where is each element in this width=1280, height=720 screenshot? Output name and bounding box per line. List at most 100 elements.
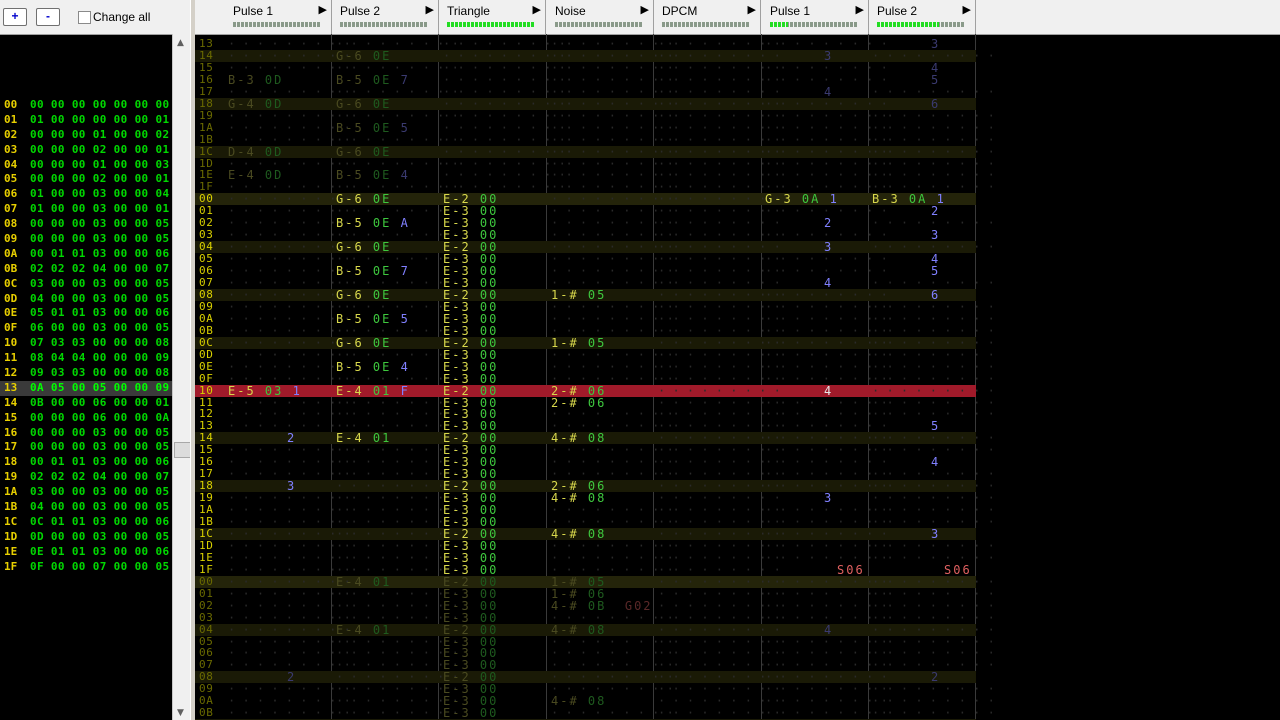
remove-frame-button[interactable]: - bbox=[36, 8, 60, 26]
frame-row[interactable]: 15 00 00 00 06 00 00 0A 0A bbox=[0, 411, 190, 426]
expand-effects-arrow-icon[interactable]: ▶ bbox=[748, 3, 756, 16]
pattern-row[interactable]: 0F · · · · · · · · · · · · · · · · · · E-3 … bbox=[195, 372, 995, 385]
pattern-cell[interactable]: · · · · · · · · · bbox=[228, 420, 351, 432]
pattern-editor[interactable]: Pulse 1 ▶ Pulse 2 ▶ Triangle ▶ Noise ▶ DPCM ▶ Puls… bbox=[195, 0, 1280, 720]
pattern-cell[interactable]: · · · · · · · · · bbox=[872, 408, 995, 420]
frame-row[interactable]: 05 00 00 00 02 00 00 01 01 bbox=[0, 172, 190, 187]
frame-list: 00 00 00 00 00 00 00 00 00 01 01 00 00 00 0… bbox=[0, 98, 190, 575]
pattern-cell[interactable]: · · · · · · · · · bbox=[765, 373, 888, 385]
pattern-cell[interactable]: B-3 0A 1 bbox=[872, 193, 978, 205]
frame-row[interactable]: 0F 06 00 00 03 00 00 05 05 bbox=[0, 321, 190, 336]
frame-row[interactable]: 09 00 00 00 03 00 00 05 05 bbox=[0, 232, 190, 247]
frame-number: 17 bbox=[4, 440, 18, 454]
frame-row[interactable]: 08 00 00 00 03 00 00 05 05 bbox=[0, 217, 190, 232]
frame-row[interactable]: 00 00 00 00 00 00 00 00 00 bbox=[0, 98, 190, 113]
frame-row[interactable]: 1C 0C 01 01 03 00 00 06 06 bbox=[0, 515, 190, 530]
frame-scrollbar[interactable]: ▲ ▼ bbox=[172, 34, 191, 720]
pattern-cell[interactable]: · · · · · · · · · bbox=[872, 516, 995, 528]
expand-effects-arrow-icon[interactable]: ▶ bbox=[533, 3, 541, 16]
channel-header-2[interactable]: Pulse 2 ▶ bbox=[332, 0, 439, 34]
frame-row[interactable]: 19 02 02 02 04 00 00 07 07 bbox=[0, 470, 190, 485]
pattern-cell[interactable]: · · · · · · · · · bbox=[765, 265, 888, 277]
pattern-cell[interactable]: · · · · · · · · · bbox=[872, 277, 995, 289]
pattern-cell[interactable]: · · · · · · · · · bbox=[765, 38, 888, 50]
frame-row[interactable]: 0A 00 01 01 03 00 00 06 06 bbox=[0, 247, 190, 262]
change-all-checkbox[interactable] bbox=[78, 11, 91, 24]
pattern-cell[interactable]: · · · · · · · · · bbox=[765, 612, 888, 624]
frame-number: 14 bbox=[4, 395, 18, 409]
volume-meter-level bbox=[770, 22, 788, 27]
channel-header-5[interactable]: DPCM ▶ bbox=[654, 0, 761, 34]
frame-row[interactable]: 1D 0D 00 00 03 00 00 05 05 bbox=[0, 530, 190, 545]
pattern-cell[interactable]: 4 bbox=[931, 62, 1037, 74]
frame-channel-patterns: 00 01 01 03 00 00 06 06 bbox=[30, 246, 191, 260]
frame-row[interactable]: 1F 0F 00 00 07 00 00 05 05 bbox=[0, 560, 190, 575]
pattern-cell[interactable]: · · · · · · · · · bbox=[228, 659, 351, 671]
frame-row[interactable]: 0B 02 02 02 04 00 00 07 07 bbox=[0, 262, 190, 277]
frame-row[interactable]: 07 01 00 00 03 00 00 01 01 bbox=[0, 202, 190, 217]
frame-number: 0C bbox=[4, 276, 18, 290]
frame-channel-patterns: 00 00 00 02 00 00 01 01 bbox=[30, 142, 191, 156]
frame-row[interactable]: 13 0A 05 00 05 00 00 09 09 bbox=[0, 380, 190, 396]
frame-row[interactable]: 1E 0E 01 01 03 00 00 06 06 bbox=[0, 545, 190, 560]
expand-effects-arrow-icon[interactable]: ▶ bbox=[856, 3, 864, 16]
pattern-rows[interactable]: 13 · · · · · · · · · · · · · · · · · · · · … bbox=[195, 34, 1280, 720]
frame-channel-patterns: 00 00 00 06 00 00 0A 0A bbox=[30, 410, 191, 424]
pattern-cell[interactable]: · · · · · · · · · bbox=[765, 229, 888, 241]
channel-header-7[interactable]: Pulse 2 ▶ bbox=[869, 0, 976, 34]
frame-row[interactable]: 17 00 00 00 03 00 00 05 05 bbox=[0, 440, 190, 455]
pattern-cell[interactable]: · · · · · · · · · bbox=[765, 74, 888, 86]
channel-header-6[interactable]: Pulse 1 ▶ bbox=[762, 0, 869, 34]
change-all-label: Change all bbox=[93, 10, 151, 24]
pattern-cell[interactable]: · · · · · · · · · bbox=[872, 217, 995, 229]
frame-channel-patterns: 0D 00 00 03 00 00 05 05 bbox=[30, 529, 191, 543]
frame-channel-patterns: 01 00 00 03 00 00 04 04 bbox=[30, 187, 191, 201]
pattern-cell[interactable]: · · · · · · · · · bbox=[872, 659, 995, 671]
pattern-cell[interactable]: · · · · · · · · · bbox=[872, 444, 995, 456]
frame-toolbar: + - Change all bbox=[0, 0, 192, 35]
frame-row[interactable]: 0E 05 01 01 03 00 00 06 06 bbox=[0, 306, 190, 321]
expand-effects-arrow-icon[interactable]: ▶ bbox=[319, 3, 327, 16]
volume-meter-level bbox=[447, 22, 535, 27]
frame-row[interactable]: 03 00 00 00 02 00 00 01 01 bbox=[0, 143, 190, 158]
channel-header: Pulse 1 ▶ Pulse 2 ▶ Triangle ▶ Noise ▶ DPCM ▶ Puls… bbox=[195, 0, 1280, 35]
frame-row[interactable]: 02 00 00 00 01 00 00 02 02 bbox=[0, 128, 190, 143]
frame-row[interactable]: 0D 04 00 00 03 00 00 05 05 bbox=[0, 292, 190, 307]
frame-row[interactable]: 1B 04 00 00 03 00 00 05 05 bbox=[0, 500, 190, 515]
pattern-cell[interactable]: · · · · · · · · · bbox=[872, 241, 995, 253]
channel-header-1[interactable]: Pulse 1 ▶ bbox=[225, 0, 332, 34]
scrollbar-thumb[interactable] bbox=[174, 442, 191, 458]
scroll-down-arrow-icon[interactable]: ▼ bbox=[177, 708, 184, 718]
frame-row[interactable]: 1A 03 00 00 03 00 00 05 05 bbox=[0, 485, 190, 500]
frame-row[interactable]: 0C 03 00 00 03 00 00 05 05 bbox=[0, 276, 190, 292]
frame-row[interactable]: 16 00 00 00 03 00 00 05 05 bbox=[0, 426, 190, 441]
row-number: 1C bbox=[199, 144, 214, 158]
frame-number: 1A bbox=[4, 485, 18, 499]
channel-header-4[interactable]: Noise ▶ bbox=[547, 0, 654, 34]
frame-row[interactable]: 11 08 04 04 00 00 00 09 09 bbox=[0, 351, 190, 366]
row-number: 04 bbox=[199, 622, 214, 636]
add-frame-button[interactable]: + bbox=[3, 8, 27, 26]
frame-row[interactable]: 01 01 00 00 00 00 00 01 01 bbox=[0, 113, 190, 128]
frame-channel-patterns: 08 04 04 00 00 00 09 09 bbox=[30, 351, 191, 365]
pattern-cell[interactable]: · · · · · · · · · bbox=[872, 707, 995, 719]
pattern-cell[interactable]: · · · · · · · · · bbox=[872, 50, 995, 62]
pattern-cell[interactable]: 4 bbox=[931, 253, 1037, 265]
expand-effects-arrow-icon[interactable]: ▶ bbox=[963, 3, 971, 16]
pattern-cell[interactable]: · · · · · · · · · bbox=[765, 480, 888, 492]
pattern-cell[interactable]: · · · · · · · · · bbox=[872, 86, 995, 98]
row-number: 0E bbox=[199, 359, 214, 373]
channel-header-3[interactable]: Triangle ▶ bbox=[439, 0, 546, 34]
pattern-cell[interactable]: · · · · · · · · · bbox=[228, 468, 351, 480]
frame-row[interactable]: 18 00 01 01 03 00 00 06 06 bbox=[0, 455, 190, 470]
expand-effects-arrow-icon[interactable]: ▶ bbox=[426, 3, 434, 16]
frame-row[interactable]: 04 00 00 00 01 00 00 03 03 bbox=[0, 158, 190, 173]
pattern-cell[interactable]: · · · · · · · · · bbox=[765, 205, 888, 217]
frame-row[interactable]: 06 01 00 00 03 00 00 04 04 bbox=[0, 187, 190, 202]
scroll-up-arrow-icon[interactable]: ▲ bbox=[177, 38, 184, 48]
frame-row[interactable]: 14 0B 00 00 06 00 00 01 01 bbox=[0, 395, 190, 411]
frame-channel-patterns: 00 00 00 03 00 00 05 05 bbox=[30, 440, 191, 454]
frame-row[interactable]: 12 09 03 03 00 00 00 08 08 bbox=[0, 366, 190, 381]
expand-effects-arrow-icon[interactable]: ▶ bbox=[641, 3, 649, 16]
frame-row[interactable]: 10 07 03 03 00 00 00 08 08 bbox=[0, 336, 190, 351]
